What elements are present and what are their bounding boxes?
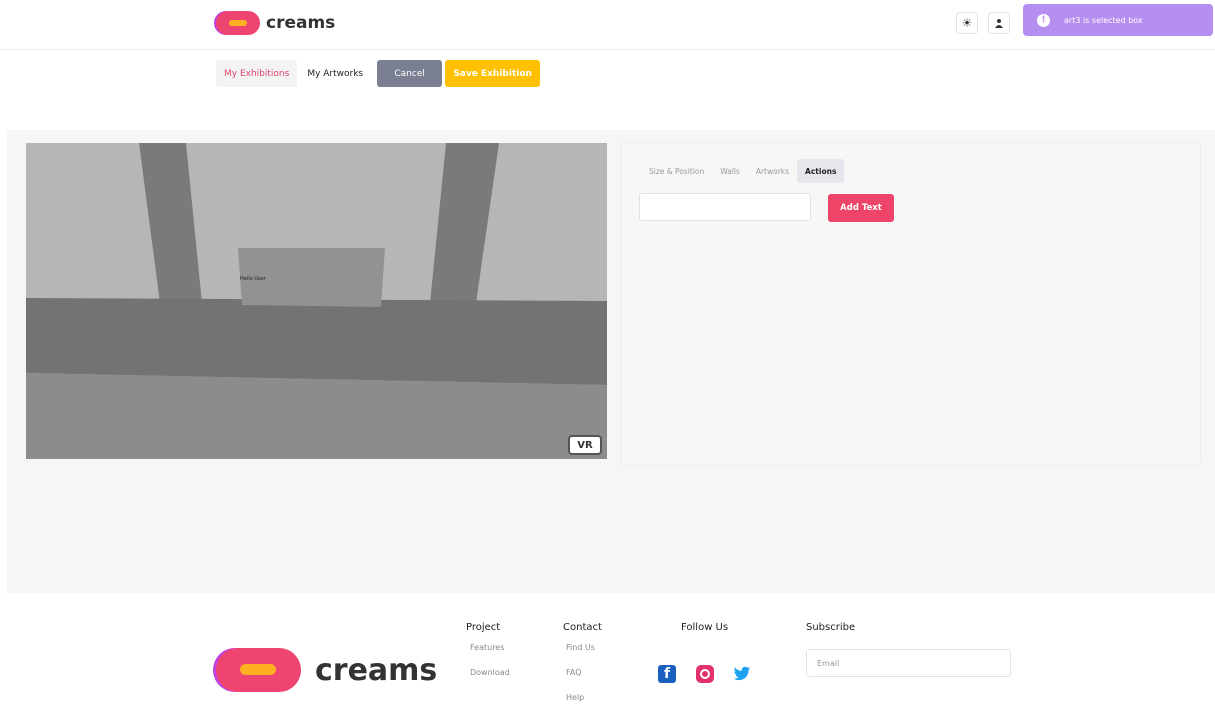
theme-toggle-button[interactable]: ☀ [956, 12, 978, 34]
side-wall [26, 298, 607, 385]
toast-message: art3 is selected box [1064, 15, 1143, 25]
footer-logo[interactable]: creams [216, 648, 437, 692]
add-text-button[interactable]: Add Text [828, 194, 894, 222]
tab-my-exhibitions[interactable]: My Exhibitions [216, 60, 298, 87]
footer-link-download[interactable]: Download [470, 668, 510, 677]
footer-project-title: Project [466, 622, 501, 633]
panel-tabs: Size & Position Walls Artworks Actions [641, 159, 845, 183]
facebook-icon[interactable]: f [658, 665, 676, 683]
info-icon: ! [1037, 13, 1050, 27]
3d-scene: Hello User [26, 143, 607, 459]
footer-link-help[interactable]: Help [566, 693, 584, 702]
twitter-bird-icon [733, 666, 751, 681]
instagram-icon[interactable] [696, 665, 714, 683]
footer-subscribe-title: Subscribe [806, 622, 856, 633]
sun-icon: ☀ [961, 16, 973, 30]
floor [26, 373, 607, 459]
3d-exhibition-viewer[interactable]: Hello User VR [26, 143, 607, 459]
footer-contact-title: Contact [563, 622, 602, 633]
top-header: creams ☀ ! art3 is selected box [0, 0, 1215, 50]
brand-name: creams [266, 13, 336, 33]
brand-logo[interactable]: creams [216, 11, 335, 35]
twitter-icon[interactable] [733, 665, 751, 683]
user-account-button[interactable] [988, 12, 1010, 34]
tab-artworks[interactable]: Artworks [748, 159, 797, 183]
exhibition-subnav: My Exhibitions My Artworks Cancel Save E… [216, 60, 541, 87]
tab-actions[interactable]: Actions [797, 159, 845, 183]
wall-text: Hello User [240, 276, 267, 282]
footer-follow-title: Follow Us [681, 622, 729, 633]
notification-toast: ! art3 is selected box [1023, 4, 1213, 36]
subscribe-email-input[interactable] [806, 649, 1011, 677]
editor-area: Hello User VR Size & Position Walls Artw… [7, 130, 1215, 593]
tab-my-artworks[interactable]: My Artworks [299, 60, 371, 87]
tab-walls[interactable]: Walls [712, 159, 748, 183]
creams-logo-icon [216, 648, 301, 692]
footer-link-find-us[interactable]: Find Us [566, 643, 595, 652]
user-icon [995, 19, 1003, 28]
properties-panel: Size & Position Walls Artworks Actions A… [621, 142, 1201, 466]
creams-logo-icon [216, 11, 260, 35]
tab-size-position[interactable]: Size & Position [641, 159, 712, 183]
cancel-button[interactable]: Cancel [377, 60, 443, 87]
footer-brand-name: creams [315, 652, 438, 688]
text-input[interactable] [639, 193, 811, 221]
footer-link-faq[interactable]: FAQ [566, 668, 582, 677]
vr-button[interactable]: VR [568, 435, 602, 455]
save-exhibition-button[interactable]: Save Exhibition [445, 60, 541, 87]
footer-link-features[interactable]: Features [470, 643, 504, 652]
